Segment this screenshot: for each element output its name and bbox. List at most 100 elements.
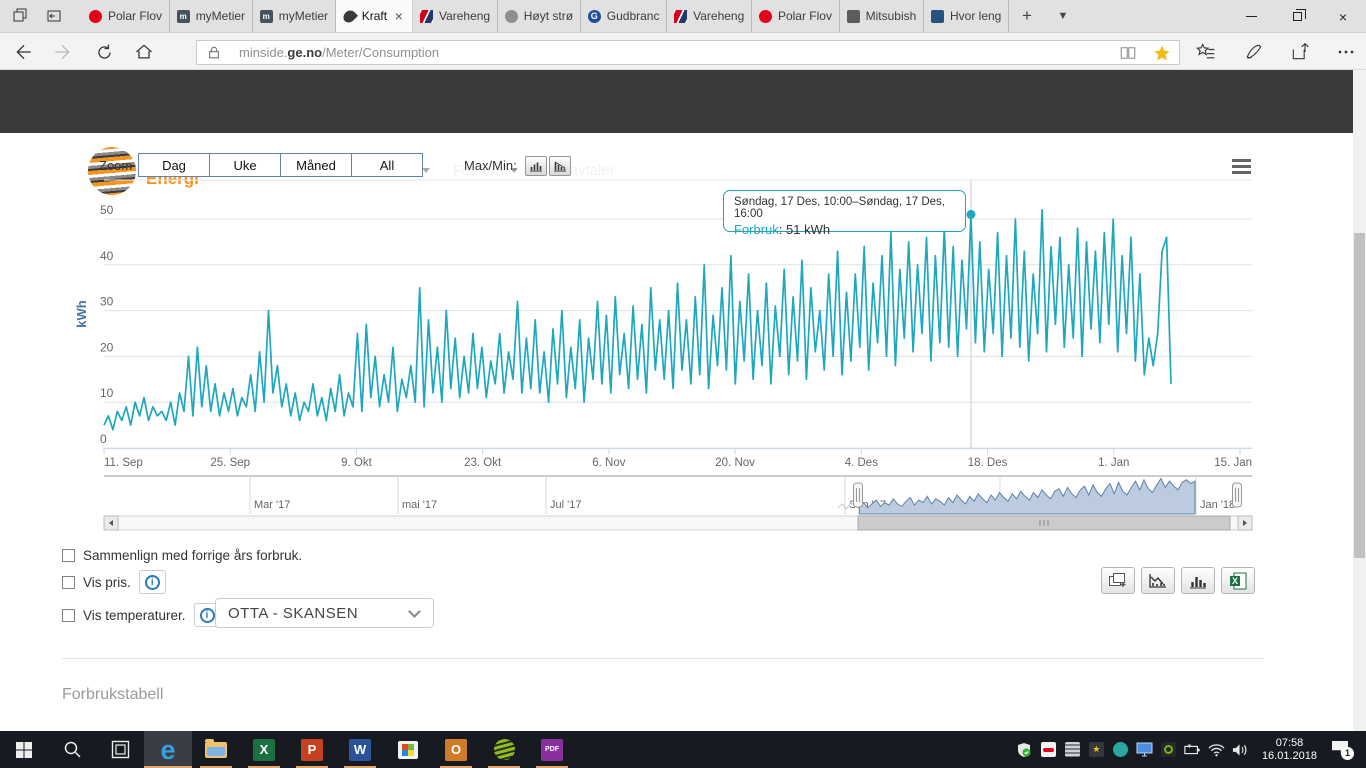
y-axis-label: 20 [100, 340, 114, 354]
lock-icon [197, 41, 231, 64]
x-axis-label: 18. Des [968, 457, 1008, 469]
browser-tab-gudbranc[interactable]: GGudbranc [581, 0, 667, 32]
mitsubishi-favicon [847, 10, 860, 23]
tray-remote-grid-icon[interactable] [1064, 741, 1081, 758]
export-excel-button[interactable]: X [1221, 567, 1255, 594]
taskbar-start-icon[interactable] [0, 731, 48, 768]
home-icon[interactable] [130, 38, 158, 66]
browser-tab-bar: Polar FlovmmyMetiermmyMetierKraft×Varehe… [0, 0, 1366, 33]
clock-date: 16.01.2018 [1262, 750, 1317, 763]
annotate-pen-icon[interactable] [1240, 38, 1268, 66]
taskbar-excel-icon[interactable]: X [240, 731, 288, 768]
forward-icon[interactable] [48, 38, 76, 66]
tray-photo-star-icon[interactable]: ★ [1088, 741, 1105, 758]
show-temperature-row: Vis temperaturer. i [62, 601, 221, 629]
tray-battery-icon[interactable] [1184, 741, 1201, 758]
compare-previous-year-row: Sammenlign med forrige års forbruk. [62, 548, 302, 563]
export-chart-button[interactable] [1141, 567, 1175, 594]
info-icon: i [145, 575, 160, 590]
taskbar-spotify-icon[interactable] [480, 731, 528, 768]
tab-strip: Polar FlovmmyMetiermmyMetierKraft×Varehe… [82, 0, 1009, 32]
action-center-icon[interactable]: 1 [1330, 740, 1354, 760]
close-window-button[interactable]: × [1320, 0, 1366, 33]
browser-tab-polar-flov[interactable]: Polar Flov [752, 0, 840, 32]
tab-preview-icon[interactable] [8, 4, 32, 28]
navigator-right-handle[interactable] [1233, 483, 1242, 507]
compare-previous-year-label: Sammenlign med forrige års forbruk. [83, 548, 302, 563]
share-icon[interactable] [1286, 38, 1314, 66]
x-axis-label: 25. Sep [210, 457, 250, 469]
minimize-button[interactable] [1228, 0, 1274, 33]
tab-title: Vareheng [439, 9, 490, 23]
browser-tab-mitsubish[interactable]: Mitsubish [840, 0, 924, 32]
browser-tab-h-yt-str-[interactable]: Høyt strø [498, 0, 581, 32]
back-icon[interactable] [10, 38, 38, 66]
taskbar-outlook-icon[interactable]: O [432, 731, 480, 768]
favorite-star-icon[interactable] [1145, 41, 1179, 64]
restore-button[interactable] [1274, 0, 1320, 33]
x-axis-label: 1. Jan [1098, 457, 1129, 469]
page-scrollbar-thumb[interactable] [1354, 233, 1365, 558]
taskbar-powerpoint-icon[interactable]: P [288, 731, 336, 768]
compare-previous-year-checkbox[interactable] [62, 549, 75, 562]
metier-favicon: m [260, 10, 273, 23]
tray-defender-icon[interactable] [1016, 741, 1033, 758]
show-temperature-checkbox[interactable] [62, 609, 75, 622]
browser-tab-mymetier[interactable]: mmyMetier [253, 0, 336, 32]
taskbar-word-icon[interactable]: W [336, 731, 384, 768]
metier-favicon: m [177, 10, 190, 23]
tray-wifi-icon[interactable] [1208, 741, 1225, 758]
navigator-month-label: Jan '18 [1200, 499, 1235, 511]
y-axis-title: kWh [74, 300, 89, 328]
new-tab-button[interactable]: + [1009, 0, 1045, 32]
page-scrollbar[interactable] [1353, 70, 1366, 731]
tooltip-date-range: Søndag, 17 Des, 10:00–Søndag, 17 Des, 16… [734, 196, 955, 220]
taskbar-search-icon[interactable] [48, 731, 96, 768]
reading-view-icon[interactable] [1111, 41, 1145, 64]
hovered-point-marker [966, 210, 975, 219]
taskbar-foxit-pdf-icon[interactable]: PDF [528, 731, 576, 768]
taskbar-store-icon[interactable] [384, 731, 432, 768]
tab-list-dropdown[interactable]: ▼ [1045, 0, 1081, 32]
close-tab-icon[interactable]: × [393, 8, 405, 24]
notification-badge: 1 [1341, 747, 1354, 760]
price-info-button[interactable]: i [139, 570, 166, 594]
tray-maps-icon[interactable] [1112, 741, 1129, 758]
y-axis-label: 0 [100, 432, 107, 446]
navigator-left-handle[interactable] [854, 483, 863, 507]
chart-tooltip: Søndag, 17 Des, 10:00–Søndag, 17 Des, 16… [723, 190, 966, 232]
browser-tab-mymetier[interactable]: m myMetier [170, 0, 253, 32]
export-image-button[interactable] [1101, 567, 1135, 594]
taskbar-file-explorer-icon[interactable] [192, 731, 240, 768]
url-field[interactable]: minside.ge.no/Meter/Consumption [196, 40, 1180, 65]
browser-tab-hvor-leng[interactable]: Hvor leng [924, 0, 1009, 32]
browser-tab-kraft[interactable]: Kraft× [336, 0, 413, 32]
tab-title: Mitsubish [866, 9, 916, 23]
x-axis-label: 6. Nov [592, 457, 625, 469]
taskbar-clock[interactable]: 07:58 16.01.2018 [1262, 737, 1317, 763]
weather-station-select[interactable]: OTTA - SKANSEN [215, 598, 434, 628]
taskbar-task-view-icon[interactable] [96, 731, 144, 768]
polar-favicon [759, 10, 772, 23]
tab-title: myMetier [196, 9, 245, 23]
browser-tab-vareheng[interactable]: Vareheng [413, 0, 498, 32]
show-price-label: Vis pris. [83, 575, 131, 590]
more-options-icon[interactable] [1332, 38, 1360, 66]
browser-tab-vareheng[interactable]: Vareheng [667, 0, 752, 32]
hub-favorites-icon[interactable] [1192, 38, 1220, 66]
taskbar-edge-icon[interactable]: e [144, 731, 192, 768]
browser-tab-polar-flov[interactable]: Polar Flov [82, 0, 170, 32]
set-aside-tabs-icon[interactable] [42, 4, 66, 28]
browser-address-bar: minside.ge.no/Meter/Consumption [0, 33, 1366, 70]
show-price-checkbox[interactable] [62, 576, 75, 589]
tray-pc-status-icon[interactable] [1136, 741, 1153, 758]
tray-nvidia-icon[interactable] [1160, 741, 1177, 758]
tray-volume-icon[interactable] [1232, 741, 1249, 758]
bar-chart-button[interactable] [1181, 567, 1215, 594]
tab-title: Polar Flov [778, 9, 832, 23]
info-icon: i [200, 608, 215, 623]
y-axis-label: 50 [100, 203, 114, 217]
consumption-chart: 01020304050kWh11. Sep25. Sep9. Okt23. Ok… [0, 133, 1366, 535]
refresh-icon[interactable] [90, 38, 118, 66]
tray-polar-sync-icon[interactable] [1040, 741, 1057, 758]
